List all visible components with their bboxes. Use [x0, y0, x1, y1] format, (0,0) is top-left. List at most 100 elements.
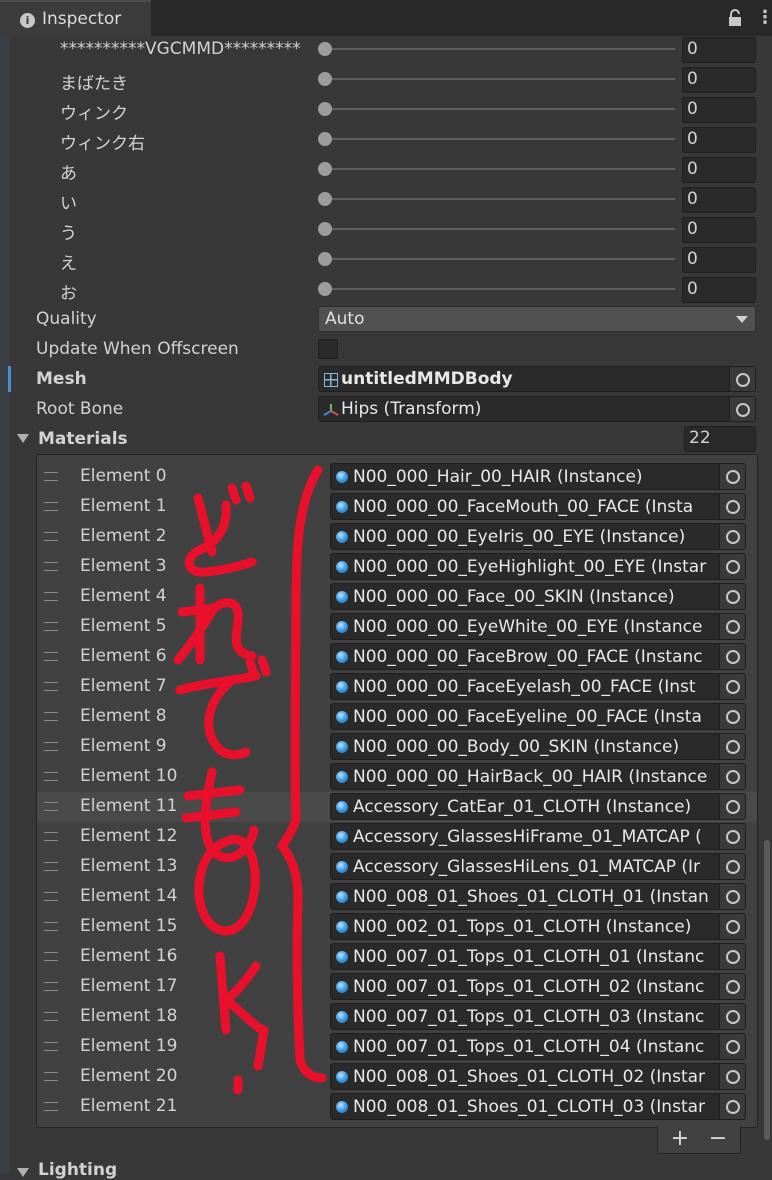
materials-label[interactable]: Materials — [38, 429, 128, 449]
object-picker-icon[interactable] — [719, 674, 745, 699]
drag-handle-icon[interactable] — [44, 832, 58, 841]
material-field[interactable]: N00_008_01_Shoes_01_CLOTH_03 (Instar — [330, 1093, 746, 1120]
drag-handle-icon[interactable] — [44, 622, 58, 631]
add-element-button[interactable]: + — [660, 1126, 700, 1154]
material-field[interactable]: N00_007_01_Tops_01_CLOTH_02 (Instanc — [330, 973, 746, 1000]
materials-count-field[interactable]: 22 — [684, 426, 756, 452]
blendshape-slider-handle[interactable] — [318, 102, 332, 116]
material-field[interactable]: N00_000_00_Body_00_SKIN (Instance) — [330, 733, 746, 760]
root-bone-field[interactable]: Hips (Transform) — [318, 396, 756, 422]
blendshape-slider-handle[interactable] — [318, 282, 332, 296]
drag-handle-icon[interactable] — [44, 592, 58, 601]
object-picker-icon[interactable] — [719, 764, 745, 789]
material-field[interactable]: N00_000_00_FaceMouth_00_FACE (Insta — [330, 493, 746, 520]
drag-handle-icon[interactable] — [44, 1042, 58, 1051]
blendshape-slider-handle[interactable] — [318, 192, 332, 206]
object-picker-icon[interactable] — [729, 397, 755, 421]
blendshape-slider-track[interactable] — [325, 78, 675, 80]
object-picker-icon[interactable] — [729, 367, 755, 391]
object-picker-icon[interactable] — [719, 1064, 745, 1089]
object-picker-icon[interactable] — [719, 1004, 745, 1029]
blendshape-value-field[interactable]: 0 — [682, 247, 756, 273]
drag-handle-icon[interactable] — [44, 772, 58, 781]
material-field[interactable]: N00_000_00_EyeHighlight_00_EYE (Instar — [330, 553, 746, 580]
object-picker-icon[interactable] — [719, 1034, 745, 1059]
blendshape-slider-track[interactable] — [325, 228, 675, 230]
material-field[interactable]: N00_000_00_Face_00_SKIN (Instance) — [330, 583, 746, 610]
blendshape-slider-track[interactable] — [325, 138, 675, 140]
drag-handle-icon[interactable] — [44, 1102, 58, 1111]
update-offscreen-checkbox[interactable] — [318, 339, 338, 359]
object-picker-icon[interactable] — [719, 944, 745, 969]
material-field[interactable]: N00_000_00_EyeWhite_00_EYE (Instance — [330, 613, 746, 640]
blendshape-slider-handle[interactable] — [318, 222, 332, 236]
object-picker-icon[interactable] — [719, 914, 745, 939]
object-picker-icon[interactable] — [719, 734, 745, 759]
lighting-foldout-arrow-icon[interactable] — [17, 1168, 29, 1177]
foldout-arrow-icon[interactable] — [17, 434, 29, 443]
object-picker-icon[interactable] — [719, 704, 745, 729]
material-field[interactable]: N00_007_01_Tops_01_CLOTH_03 (Instanc — [330, 1003, 746, 1030]
drag-handle-icon[interactable] — [44, 472, 58, 481]
material-field[interactable]: N00_007_01_Tops_01_CLOTH_04 (Instanc — [330, 1033, 746, 1060]
material-field[interactable]: Accessory_CatEar_01_CLOTH (Instance) — [330, 793, 746, 820]
mesh-field[interactable]: untitledMMDBody — [318, 366, 756, 392]
object-picker-icon[interactable] — [719, 854, 745, 879]
drag-handle-icon[interactable] — [44, 922, 58, 931]
blendshape-value-field[interactable]: 0 — [682, 217, 756, 243]
material-field[interactable]: N00_000_00_HairBack_00_HAIR (Instance — [330, 763, 746, 790]
material-field[interactable]: Accessory_GlassesHiLens_01_MATCAP (Ir — [330, 853, 746, 880]
blendshape-value-field[interactable]: 0 — [682, 277, 756, 303]
material-field[interactable]: N00_000_00_FaceBrow_00_FACE (Instanc — [330, 643, 746, 670]
blendshape-slider-track[interactable] — [325, 48, 675, 50]
material-field[interactable]: N00_000_00_FaceEyelash_00_FACE (Inst — [330, 673, 746, 700]
object-picker-icon[interactable] — [719, 584, 745, 609]
drag-handle-icon[interactable] — [44, 982, 58, 991]
blendshape-slider-handle[interactable] — [318, 72, 332, 86]
object-picker-icon[interactable] — [719, 884, 745, 909]
object-picker-icon[interactable] — [719, 1094, 745, 1119]
blendshape-slider-track[interactable] — [325, 288, 675, 290]
blendshape-slider-handle[interactable] — [318, 42, 332, 56]
drag-handle-icon[interactable] — [44, 562, 58, 571]
material-field[interactable]: N00_008_01_Shoes_01_CLOTH_02 (Instar — [330, 1063, 746, 1090]
object-picker-icon[interactable] — [719, 494, 745, 519]
object-picker-icon[interactable] — [719, 524, 745, 549]
material-field[interactable]: N00_000_Hair_00_HAIR (Instance) — [330, 463, 746, 490]
drag-handle-icon[interactable] — [44, 952, 58, 961]
drag-handle-icon[interactable] — [44, 742, 58, 751]
object-picker-icon[interactable] — [719, 644, 745, 669]
blendshape-value-field[interactable]: 0 — [682, 97, 756, 123]
tab-inspector[interactable]: i Inspector — [0, 0, 151, 36]
lock-icon[interactable] — [728, 9, 742, 27]
drag-handle-icon[interactable] — [44, 892, 58, 901]
object-picker-icon[interactable] — [719, 464, 745, 489]
blendshape-value-field[interactable]: 0 — [682, 67, 756, 93]
blendshape-slider-handle[interactable] — [318, 252, 332, 266]
material-field[interactable]: N00_007_01_Tops_01_CLOTH_01 (Instanc — [330, 943, 746, 970]
object-picker-icon[interactable] — [719, 794, 745, 819]
lighting-label[interactable]: Lighting — [38, 1160, 117, 1180]
drag-handle-icon[interactable] — [44, 802, 58, 811]
drag-handle-icon[interactable] — [44, 712, 58, 721]
drag-handle-icon[interactable] — [44, 652, 58, 661]
object-picker-icon[interactable] — [719, 824, 745, 849]
quality-dropdown[interactable]: Auto — [318, 306, 756, 332]
blendshape-value-field[interactable]: 0 — [682, 127, 756, 153]
blendshape-slider-track[interactable] — [325, 258, 675, 260]
object-picker-icon[interactable] — [719, 554, 745, 579]
material-field[interactable]: N00_000_00_EyeIris_00_EYE (Instance) — [330, 523, 746, 550]
drag-handle-icon[interactable] — [44, 682, 58, 691]
material-field[interactable]: Accessory_GlassesHiFrame_01_MATCAP ( — [330, 823, 746, 850]
kebab-menu-icon[interactable]: ⋮ — [756, 9, 772, 27]
object-picker-icon[interactable] — [719, 614, 745, 639]
material-field[interactable]: N00_008_01_Shoes_01_CLOTH_01 (Instan — [330, 883, 746, 910]
object-picker-icon[interactable] — [719, 974, 745, 999]
blendshape-slider-handle[interactable] — [318, 162, 332, 176]
drag-handle-icon[interactable] — [44, 1012, 58, 1021]
blendshape-value-field[interactable]: 0 — [682, 157, 756, 183]
drag-handle-icon[interactable] — [44, 502, 58, 511]
drag-handle-icon[interactable] — [44, 532, 58, 541]
drag-handle-icon[interactable] — [44, 862, 58, 871]
blendshape-value-field[interactable]: 0 — [682, 37, 756, 63]
